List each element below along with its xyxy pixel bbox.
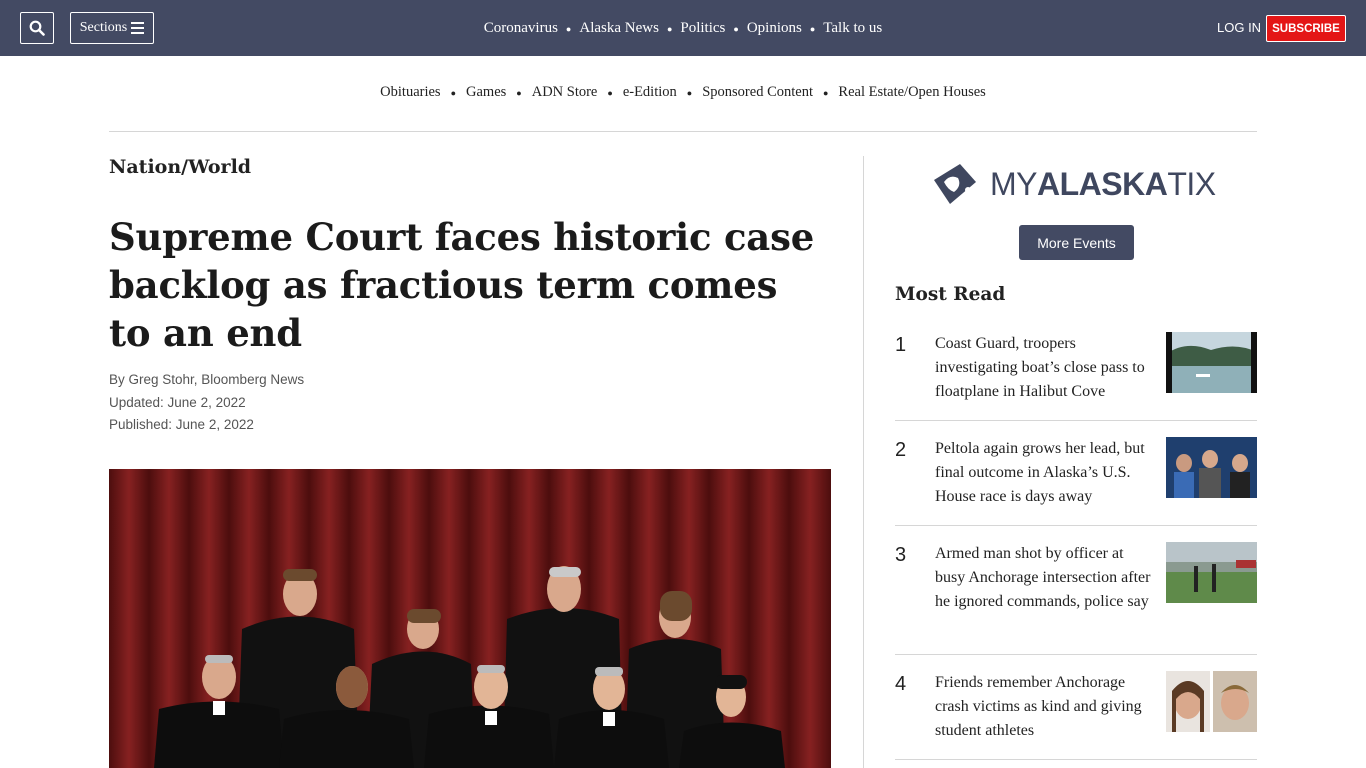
top-navigation-bar: Sections Coronavirus ● Alaska News ● Pol… [0,0,1366,56]
most-read-heading: Most Read [895,284,1006,305]
most-read-thumbnail[interactable] [1166,542,1257,603]
nav-link-coronavirus[interactable]: Coronavirus [484,20,558,37]
subnav-link-e-edition[interactable]: e-Edition [623,84,677,101]
subscribe-button[interactable]: SUBSCRIBE [1266,15,1346,42]
most-read-rank: 1 [895,334,907,356]
article-section-link[interactable]: Nation/World [109,156,251,178]
more-events-button[interactable]: More Events [1019,225,1134,260]
most-read-title-link[interactable]: Peltola again grows her lead, but final … [935,437,1153,509]
most-read-rank: 2 [895,439,907,461]
login-link[interactable]: LOG IN [1217,20,1261,35]
article-published-date: Published: June 2, 2022 [109,417,254,432]
subnav-link-games[interactable]: Games [466,84,506,101]
subnav-separator: ● [686,87,693,98]
subnav-separator: ● [607,87,613,98]
most-read-item[interactable]: 3 Armed man shot by officer at busy Anch… [895,542,1257,655]
sections-label: Sections [79,20,128,35]
article-updated-date: Updated: June 2, 2022 [109,395,246,410]
subnav-link-obituaries[interactable]: Obituaries [380,84,440,101]
article-lead-photo[interactable] [109,469,831,768]
most-read-rank: 3 [895,544,907,566]
subnav-link-adn-store[interactable]: ADN Store [532,84,598,101]
myalaskatix-logo[interactable]: MYALASKATIX [930,158,1222,210]
subnav-link-real-estate[interactable]: Real Estate/Open Houses [838,84,985,101]
subnav-link-sponsored-content[interactable]: Sponsored Content [702,84,813,101]
ticket-alaska-icon [934,164,976,204]
nav-link-alaska-news[interactable]: Alaska News [579,20,659,37]
most-read-item[interactable]: 1 Coast Guard, troopers investigating bo… [895,332,1257,421]
most-read-title-link[interactable]: Coast Guard, troopers investigating boat… [935,332,1153,404]
subnav-separator: ● [516,87,522,98]
nav-separator: ● [666,24,673,34]
secondary-nav: Obituaries ● Games ● ADN Store ● e-Editi… [0,84,1366,101]
most-read-thumbnail[interactable] [1166,671,1257,732]
hamburger-icon [131,22,145,34]
search-button[interactable] [20,12,54,44]
most-read-thumbnail[interactable] [1166,437,1257,498]
subnav-separator: ● [450,87,457,98]
logo-alaska: ALASKA [1037,165,1168,202]
most-read-title-link[interactable]: Friends remember Anchorage crash victims… [935,671,1153,743]
logo-tix: TIX [1167,165,1216,202]
nav-link-opinions[interactable]: Opinions [747,20,802,37]
nav-link-talk-to-us[interactable]: Talk to us [823,20,882,37]
most-read-item[interactable]: 4 Friends remember Anchorage crash victi… [895,671,1257,760]
nav-separator: ● [565,24,572,34]
subnav-separator: ● [822,87,829,98]
most-read-item[interactable]: 2 Peltola again grows her lead, but fina… [895,437,1257,526]
nav-link-politics[interactable]: Politics [680,20,725,37]
nav-separator: ● [733,24,739,34]
header-divider [109,131,1257,132]
most-read-rank: 4 [895,673,907,695]
most-read-thumbnail[interactable] [1166,332,1257,393]
sections-menu-button[interactable]: Sections [70,12,154,44]
article-byline: By Greg Stohr, Bloomberg News [109,372,305,387]
search-icon [29,20,45,36]
column-divider [863,156,864,768]
article-headline: Supreme Court faces historic case backlo… [109,215,815,355]
most-read-title-link[interactable]: Armed man shot by officer at busy Anchor… [935,542,1153,614]
primary-nav: Coronavirus ● Alaska News ● Politics ● O… [0,0,1366,56]
logo-my: MY [990,165,1038,202]
nav-separator: ● [809,24,816,34]
